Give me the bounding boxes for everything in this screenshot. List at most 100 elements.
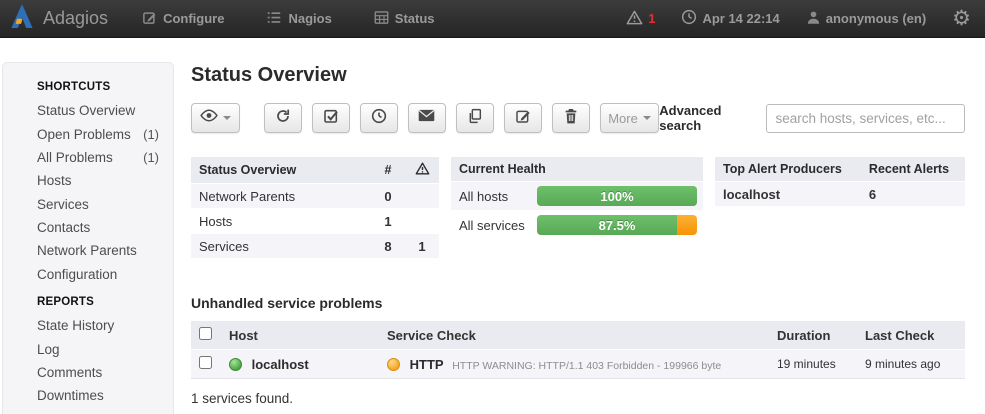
last-check-value: 9 minutes ago: [857, 350, 965, 379]
brand[interactable]: Adagios: [10, 3, 108, 34]
host-up-status-icon: [229, 358, 242, 371]
check-square-icon: [323, 108, 339, 129]
results-count-text: 1 services found.: [191, 391, 965, 406]
table-row[interactable]: Services 8 1: [191, 234, 439, 259]
status-overview-table: Status Overview # Network Parents 0 Host…: [191, 157, 439, 259]
last-check-column-header: Last Check: [857, 321, 965, 350]
table-row[interactable]: Network Parents 0: [191, 184, 439, 209]
edit-icon: [515, 108, 531, 129]
hosts-health-value: 100%: [537, 186, 697, 206]
clock-icon: [681, 9, 697, 28]
nav-menu: Configure Nagios Status: [142, 10, 434, 28]
status-table-title: Status Overview: [191, 157, 371, 184]
table-row: All hosts 100%: [451, 182, 703, 211]
sidebar-item-hosts[interactable]: Hosts: [37, 169, 159, 192]
search-input[interactable]: [766, 104, 965, 133]
nav-item-nagios[interactable]: Nagios: [266, 10, 331, 28]
recent-alerts-count: 6: [861, 182, 965, 207]
service-warning-status-icon: [387, 358, 400, 371]
sidebar-item-comments[interactable]: Comments: [37, 361, 159, 384]
edit-square-icon: [142, 10, 157, 28]
nav-item-configure[interactable]: Configure: [142, 10, 224, 28]
service-column-header: Service Check: [379, 321, 769, 350]
refresh-icon: [275, 108, 291, 129]
sidebar-item-services[interactable]: Services: [37, 193, 159, 216]
nav-item-status[interactable]: Status: [374, 10, 435, 28]
acknowledge-button[interactable]: [312, 103, 350, 133]
nav-right: 1 Apr 14 22:14 anonymous (en) ⚙: [626, 8, 971, 29]
warning-triangle-icon: [626, 10, 643, 28]
list-icon: [266, 10, 282, 28]
table-row[interactable]: Hosts 1: [191, 209, 439, 234]
host-link[interactable]: localhost: [252, 357, 309, 372]
chevron-down-icon: [643, 116, 651, 120]
table-row: localhost HTTP HTTP WARNING: HTTP/1.1 40…: [191, 350, 965, 379]
producer-host-link[interactable]: localhost: [715, 182, 861, 207]
advanced-search-label: Advanced search: [659, 103, 758, 133]
sidebar-item-contacts[interactable]: Contacts: [37, 216, 159, 239]
delete-button[interactable]: [552, 103, 590, 133]
producers-column-header: Top Alert Producers: [715, 157, 861, 182]
nav-user[interactable]: anonymous (en): [806, 10, 926, 28]
top-navbar: Adagios Configure Nagios Status 1: [0, 0, 985, 38]
send-notification-button[interactable]: [408, 103, 446, 133]
table-icon: [374, 10, 389, 28]
sidebar-item-network-parents[interactable]: Network Parents: [37, 239, 159, 262]
sidebar-item-all-problems[interactable]: All Problems (1): [37, 146, 159, 169]
count-column-header: #: [371, 157, 405, 184]
sidebar-item-downtimes[interactable]: Downtimes: [37, 384, 159, 407]
duration-column-header: Duration: [769, 321, 857, 350]
view-mode-button[interactable]: [191, 103, 240, 133]
trash-icon: [564, 108, 578, 129]
adagios-logo-icon: [10, 3, 34, 34]
service-status-detail: HTTP WARNING: HTTP/1.1 403 Forbidden - 1…: [452, 360, 721, 372]
username-text: anonymous (en): [826, 11, 926, 26]
gear-icon[interactable]: ⚙: [952, 8, 971, 29]
host-column-header: Host: [221, 321, 379, 350]
advanced-search: Advanced search: [659, 103, 965, 133]
sidebar-item-configuration[interactable]: Configuration: [37, 263, 159, 286]
alert-producers-table: Top Alert Producers Recent Alerts localh…: [715, 157, 965, 207]
services-health-value: 87.5%: [537, 215, 697, 235]
sidebar-item-state-history[interactable]: State History: [37, 314, 159, 337]
all-problems-count: (1): [143, 150, 159, 165]
sidebar-item-log[interactable]: Log: [37, 337, 159, 360]
service-link[interactable]: HTTP: [410, 357, 444, 372]
user-icon: [806, 10, 821, 28]
main-content: Status Overview: [174, 38, 985, 406]
eye-icon: [200, 109, 218, 127]
services-health-bar: 87.5%: [537, 215, 697, 235]
problems-table: Host Service Check Duration Last Check l…: [191, 321, 965, 379]
schedule-downtime-button[interactable]: [360, 103, 398, 133]
open-problems-count: (1): [143, 127, 159, 142]
sidebar-section-shortcuts: SHORTCUTS Status Overview Open Problems …: [37, 81, 159, 286]
sidebar-section-title: REPORTS: [37, 296, 159, 308]
problems-column-header: [405, 157, 439, 184]
sidebar-section-reports: REPORTS State History Log Comments Downt…: [37, 296, 159, 408]
summary-tables: Status Overview # Network Parents 0 Host…: [191, 157, 965, 259]
chevron-down-icon: [223, 116, 231, 120]
health-table-title: Current Health: [451, 157, 703, 182]
hosts-health-bar: 100%: [537, 186, 697, 206]
sidebar-item-status-overview[interactable]: Status Overview: [37, 99, 159, 122]
envelope-icon: [418, 109, 435, 127]
duration-value: 19 minutes: [769, 350, 857, 379]
sidebar-item-open-problems[interactable]: Open Problems (1): [37, 122, 159, 145]
copy-button[interactable]: [456, 103, 494, 133]
warning-triangle-icon: [415, 162, 430, 178]
nav-clock[interactable]: Apr 14 22:14: [681, 9, 779, 28]
more-button[interactable]: More: [600, 103, 660, 133]
edit-button[interactable]: [504, 103, 542, 133]
problems-section-title: Unhandled service problems: [191, 295, 965, 311]
refresh-button[interactable]: [264, 103, 302, 133]
table-row[interactable]: localhost 6: [715, 182, 965, 207]
toolbar: More Advanced search: [191, 103, 965, 133]
alert-count-badge: 1: [648, 11, 655, 26]
select-all-checkbox[interactable]: [199, 327, 212, 340]
sidebar: SHORTCUTS Status Overview Open Problems …: [2, 62, 174, 414]
row-checkbox[interactable]: [199, 356, 212, 369]
nav-alerts[interactable]: 1: [626, 10, 655, 28]
clock-icon: [371, 108, 387, 129]
current-health-table: Current Health All hosts 100% All servic…: [451, 157, 703, 240]
recent-alerts-column-header: Recent Alerts: [861, 157, 965, 182]
